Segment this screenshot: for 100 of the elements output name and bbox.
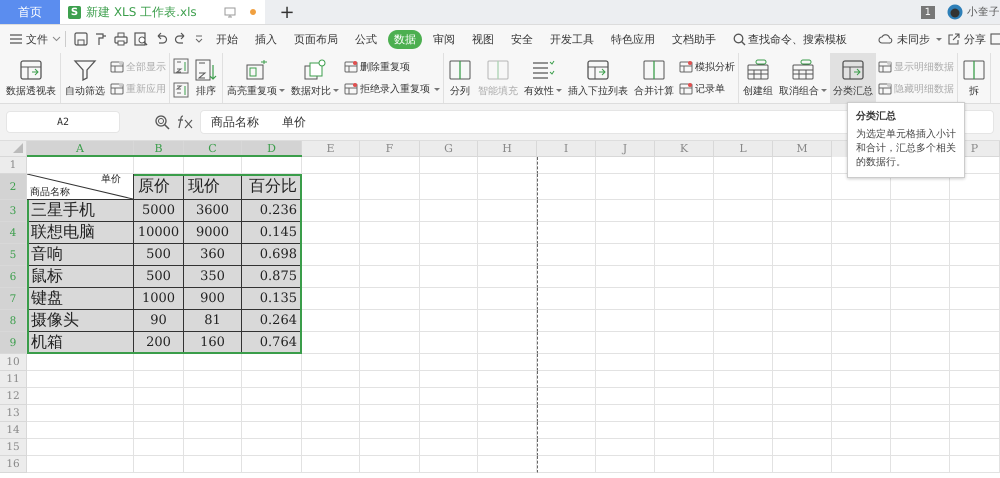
grid-cell[interactable]: [302, 310, 360, 332]
ribbon-button[interactable]: 记录单: [679, 82, 735, 96]
grid-cell[interactable]: [832, 310, 891, 332]
ribbon-tab[interactable]: 特色应用: [605, 30, 661, 48]
table-cell[interactable]: 联想电脑: [27, 222, 134, 244]
ribbon-tab[interactable]: 插入: [249, 30, 283, 48]
table-cell[interactable]: 90: [134, 310, 184, 332]
grid-cell[interactable]: [537, 332, 596, 354]
grid-cell[interactable]: [134, 371, 184, 388]
grid-cell[interactable]: [891, 244, 950, 266]
grid-cell[interactable]: [478, 439, 537, 456]
window-count-badge[interactable]: 1: [920, 6, 935, 18]
grid-cell[interactable]: [302, 439, 360, 456]
grid-cell[interactable]: [478, 288, 537, 310]
grid-cell[interactable]: [360, 266, 420, 288]
grid-cell[interactable]: [950, 388, 1000, 405]
grid-cell[interactable]: [655, 157, 714, 174]
ribbon-button[interactable]: 有效性: [521, 53, 565, 103]
print-icon[interactable]: [114, 32, 128, 46]
grid-cell[interactable]: [420, 288, 478, 310]
grid-cell[interactable]: [360, 310, 420, 332]
table-cell[interactable]: 5000: [134, 200, 184, 222]
table-cell[interactable]: 160: [184, 332, 242, 354]
grid-cell[interactable]: [832, 288, 891, 310]
table-cell[interactable]: 键盘: [27, 288, 134, 310]
grid-cell[interactable]: [773, 439, 832, 456]
grid-cell[interactable]: [832, 266, 891, 288]
grid-cell[interactable]: [420, 244, 478, 266]
table-cell[interactable]: 原价: [134, 174, 184, 200]
grid-cell[interactable]: [714, 388, 773, 405]
grid-cell[interactable]: [832, 405, 891, 422]
grid-cell[interactable]: [134, 456, 184, 473]
table-cell[interactable]: 0.264: [242, 310, 302, 332]
grid-cell[interactable]: [596, 222, 655, 244]
grid-cell[interactable]: [832, 332, 891, 354]
grid-cell[interactable]: [891, 200, 950, 222]
grid-cell[interactable]: [950, 422, 1000, 439]
grid-cell[interactable]: [714, 222, 773, 244]
ribbon-tab[interactable]: 文档助手: [666, 30, 722, 48]
grid-cell[interactable]: [832, 244, 891, 266]
menu-icon[interactable]: [10, 34, 22, 44]
grid-cell[interactable]: [420, 332, 478, 354]
grid-cell[interactable]: [242, 422, 302, 439]
grid-cell[interactable]: [773, 222, 832, 244]
grid-cell[interactable]: [360, 439, 420, 456]
grid-cell[interactable]: [360, 405, 420, 422]
grid-cell[interactable]: [27, 456, 134, 473]
grid-cell[interactable]: [478, 174, 537, 200]
grid-cell[interactable]: [184, 354, 242, 371]
grid-cell[interactable]: [950, 310, 1000, 332]
ribbon-button[interactable]: 分列: [445, 53, 475, 103]
grid-cell[interactable]: [773, 332, 832, 354]
grid-cell[interactable]: [714, 405, 773, 422]
user-name[interactable]: 小奎子: [967, 5, 1000, 19]
grid-cell[interactable]: [714, 288, 773, 310]
grid-cell[interactable]: [655, 332, 714, 354]
grid-cell[interactable]: [478, 200, 537, 222]
share-button[interactable]: 分享: [964, 32, 986, 46]
grid-cell[interactable]: [714, 439, 773, 456]
grid-cell[interactable]: [478, 244, 537, 266]
grid-cell[interactable]: [714, 200, 773, 222]
grid-cell[interactable]: [655, 388, 714, 405]
ribbon-tab[interactable]: 审阅: [427, 30, 461, 48]
grid-cell[interactable]: [891, 310, 950, 332]
grid-cell[interactable]: [596, 405, 655, 422]
ribbon-button[interactable]: 自动筛选: [62, 53, 108, 103]
grid-cell[interactable]: [360, 244, 420, 266]
grid-cell[interactable]: [27, 405, 134, 422]
grid-cell[interactable]: [27, 439, 134, 456]
table-cell[interactable]: 3600: [184, 200, 242, 222]
table-cell[interactable]: 现价: [184, 174, 242, 200]
grid-cell[interactable]: [134, 422, 184, 439]
ribbon-tab[interactable]: 开始: [210, 30, 244, 48]
grid-cell[interactable]: [596, 388, 655, 405]
grid-cell[interactable]: [773, 371, 832, 388]
grid-cell[interactable]: [773, 288, 832, 310]
table-cell[interactable]: 81: [184, 310, 242, 332]
table-cell[interactable]: 0.135: [242, 288, 302, 310]
grid-cell[interactable]: [655, 310, 714, 332]
grid-cell[interactable]: [302, 422, 360, 439]
grid-cell[interactable]: [714, 157, 773, 174]
grid-cell[interactable]: [360, 332, 420, 354]
table-cell[interactable]: 鼠标: [27, 266, 134, 288]
ribbon-tab[interactable]: 开发工具: [544, 30, 600, 48]
grid-cell[interactable]: [537, 439, 596, 456]
sort-ascending-icon[interactable]: [173, 58, 189, 74]
grid-cell[interactable]: [420, 422, 478, 439]
grid-cell[interactable]: [773, 456, 832, 473]
table-cell[interactable]: 500: [134, 244, 184, 266]
grid-cell[interactable]: [773, 200, 832, 222]
monitor-icon[interactable]: [224, 6, 236, 18]
grid-cell[interactable]: [950, 332, 1000, 354]
grid-cell[interactable]: [596, 288, 655, 310]
grid-cell[interactable]: [478, 354, 537, 371]
grid-cell[interactable]: [420, 157, 478, 174]
grid-cell[interactable]: [242, 439, 302, 456]
grid-cell[interactable]: [596, 157, 655, 174]
grid-cell[interactable]: [537, 371, 596, 388]
grid-cell[interactable]: [360, 157, 420, 174]
grid-cell[interactable]: [27, 371, 134, 388]
